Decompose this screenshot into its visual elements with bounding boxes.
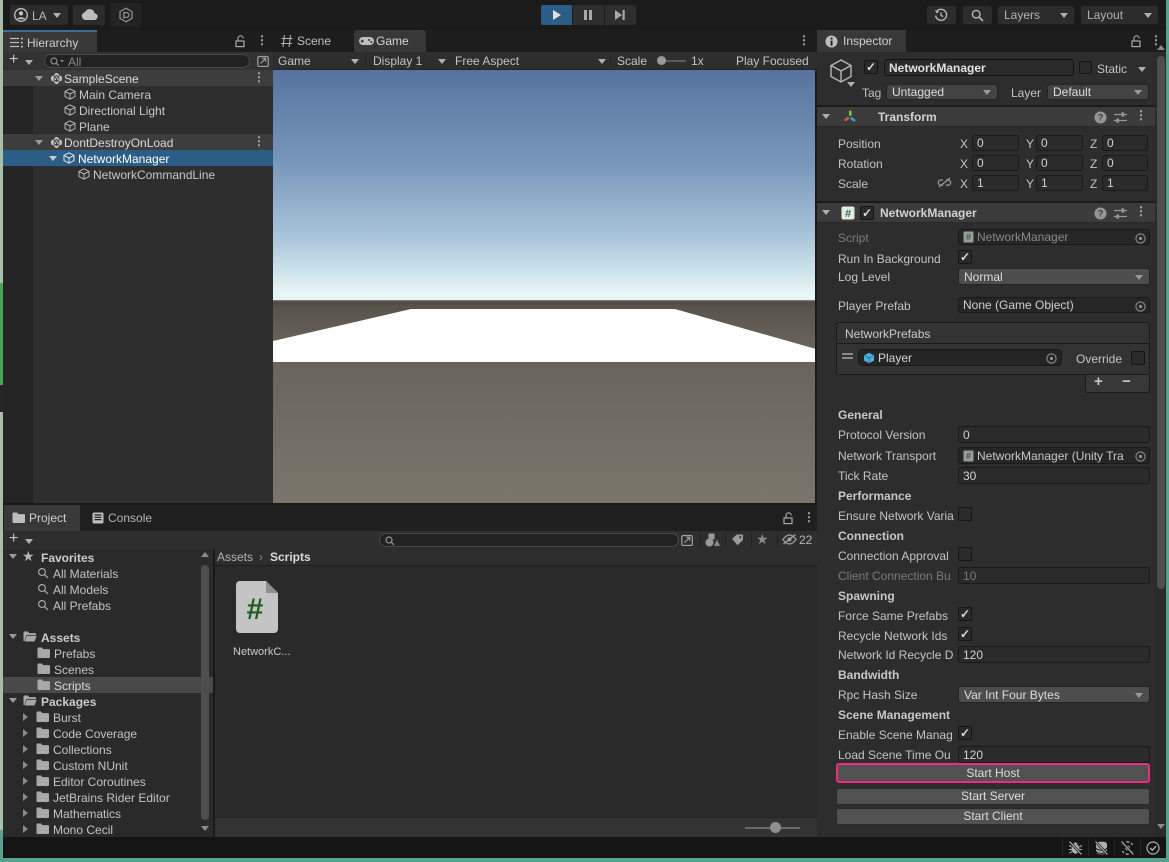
svg-text:#: #	[845, 208, 851, 220]
svg-text:#: #	[247, 593, 264, 626]
svg-text:?: ?	[1098, 209, 1104, 219]
svg-text:#: #	[966, 451, 971, 461]
svg-text:?: ?	[1098, 113, 1104, 123]
svg-text:#: #	[966, 232, 971, 242]
